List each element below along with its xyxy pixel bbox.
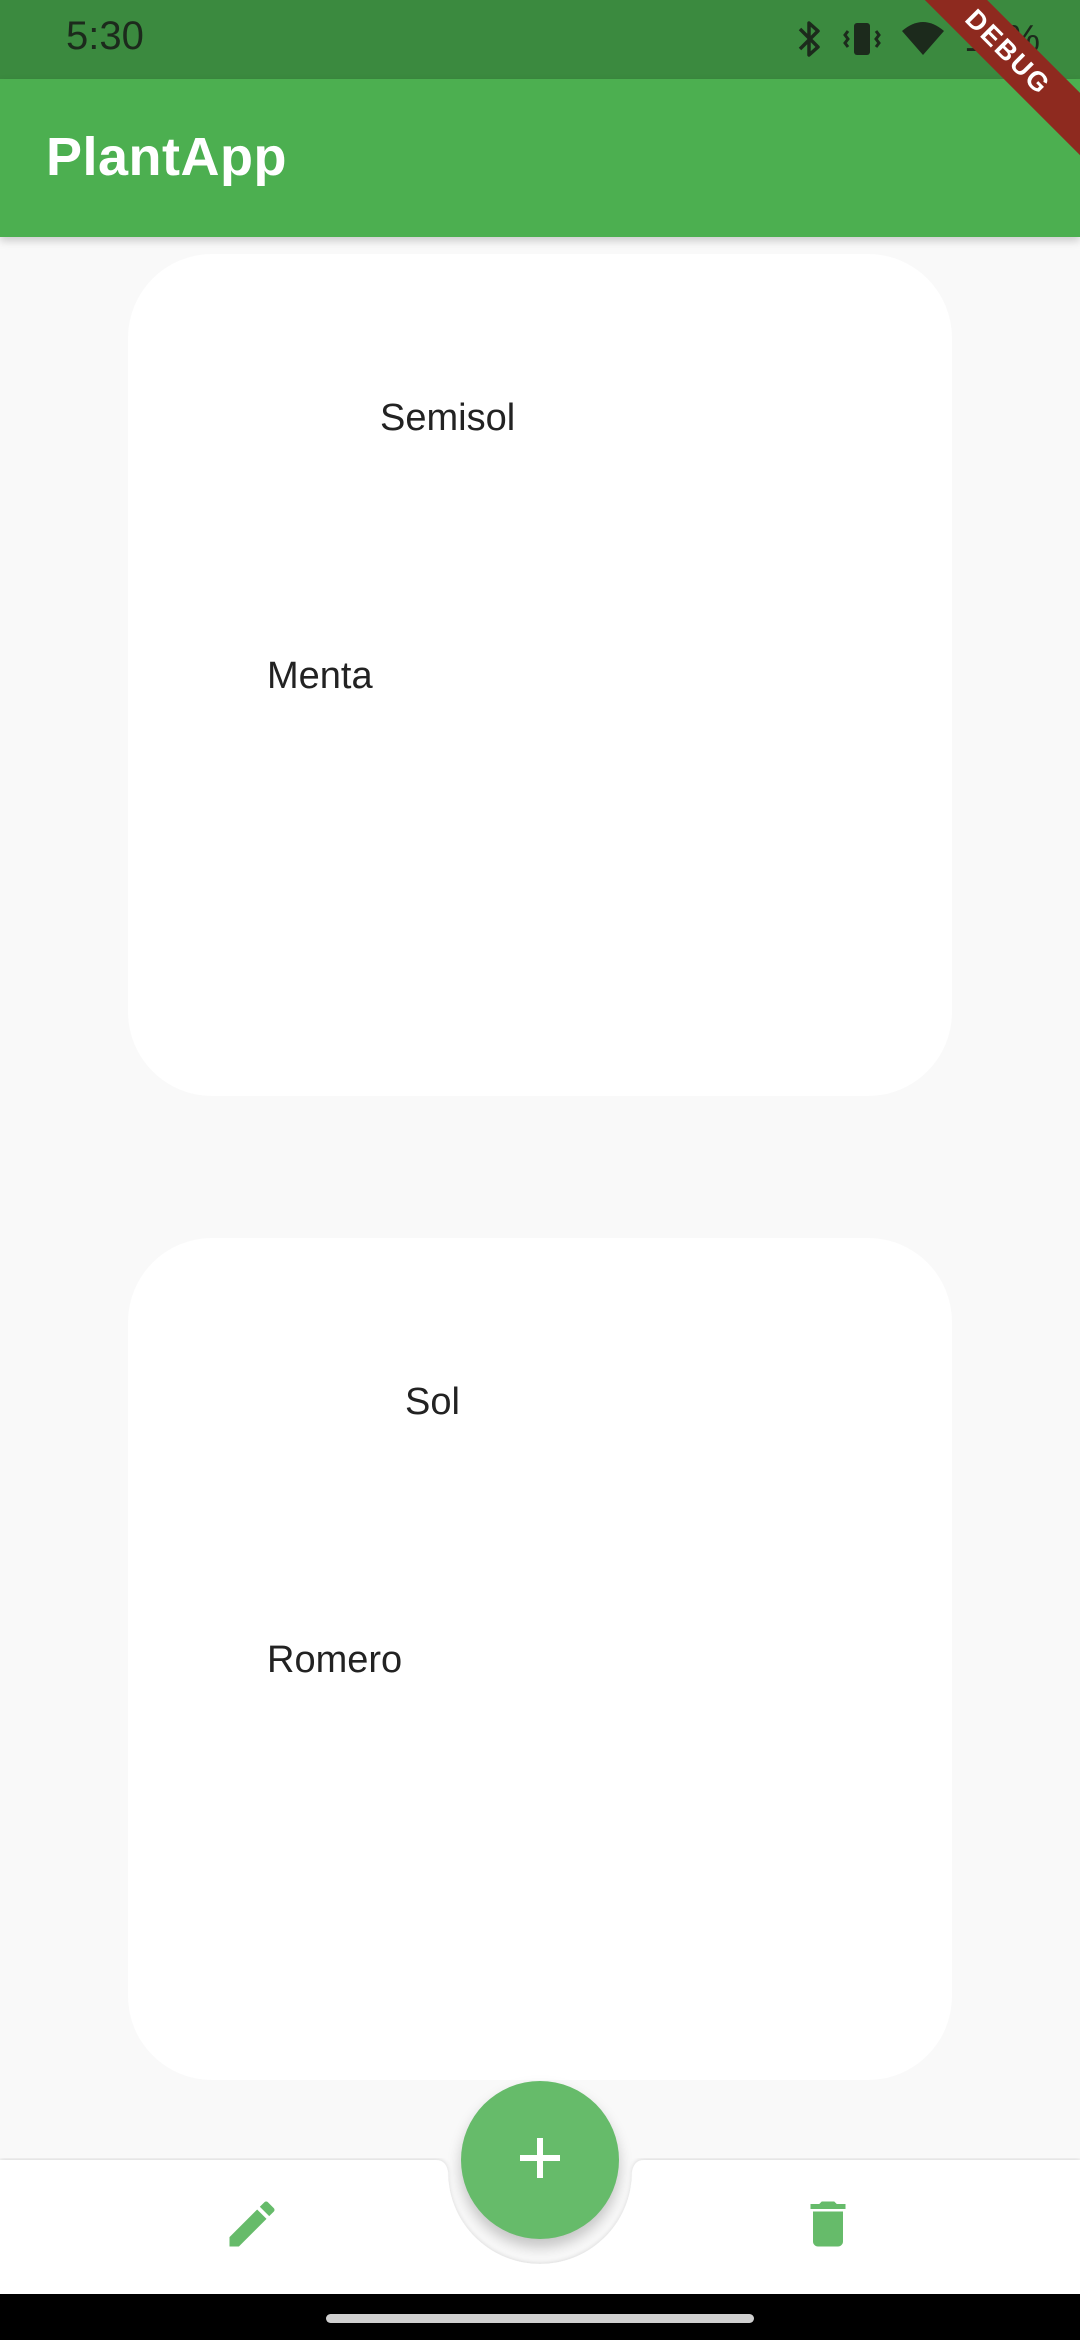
plus-icon [516,2134,564,2187]
add-plant-button[interactable] [461,2081,619,2239]
delete-button[interactable] [792,2190,864,2262]
vibrate-icon [842,19,882,59]
plant-list-screen: 5:30 13% PlantApp DEBUG Semisol Menta So… [0,0,1080,2340]
system-navigation-bar [0,2294,1080,2340]
plant-card[interactable]: Sol Romero [128,1238,952,2080]
trash-icon [798,2194,858,2259]
page-title: PlantApp [46,127,287,187]
wifi-icon [900,19,946,59]
plant-name: Romero [267,1639,403,1681]
plant-card[interactable]: Semisol Menta [128,254,952,1096]
app-bar: PlantApp [0,79,1080,237]
status-bar: 5:30 13% [0,0,1080,79]
edit-button[interactable] [216,2190,288,2262]
home-indicator[interactable] [326,2314,754,2323]
bluetooth-icon [794,19,824,59]
plant-name: Menta [267,655,373,697]
plant-sun-requirement: Semisol [380,397,516,439]
status-time: 5:30 [66,14,144,58]
plant-sun-requirement: Sol [405,1381,460,1423]
pencil-icon [222,2194,282,2259]
